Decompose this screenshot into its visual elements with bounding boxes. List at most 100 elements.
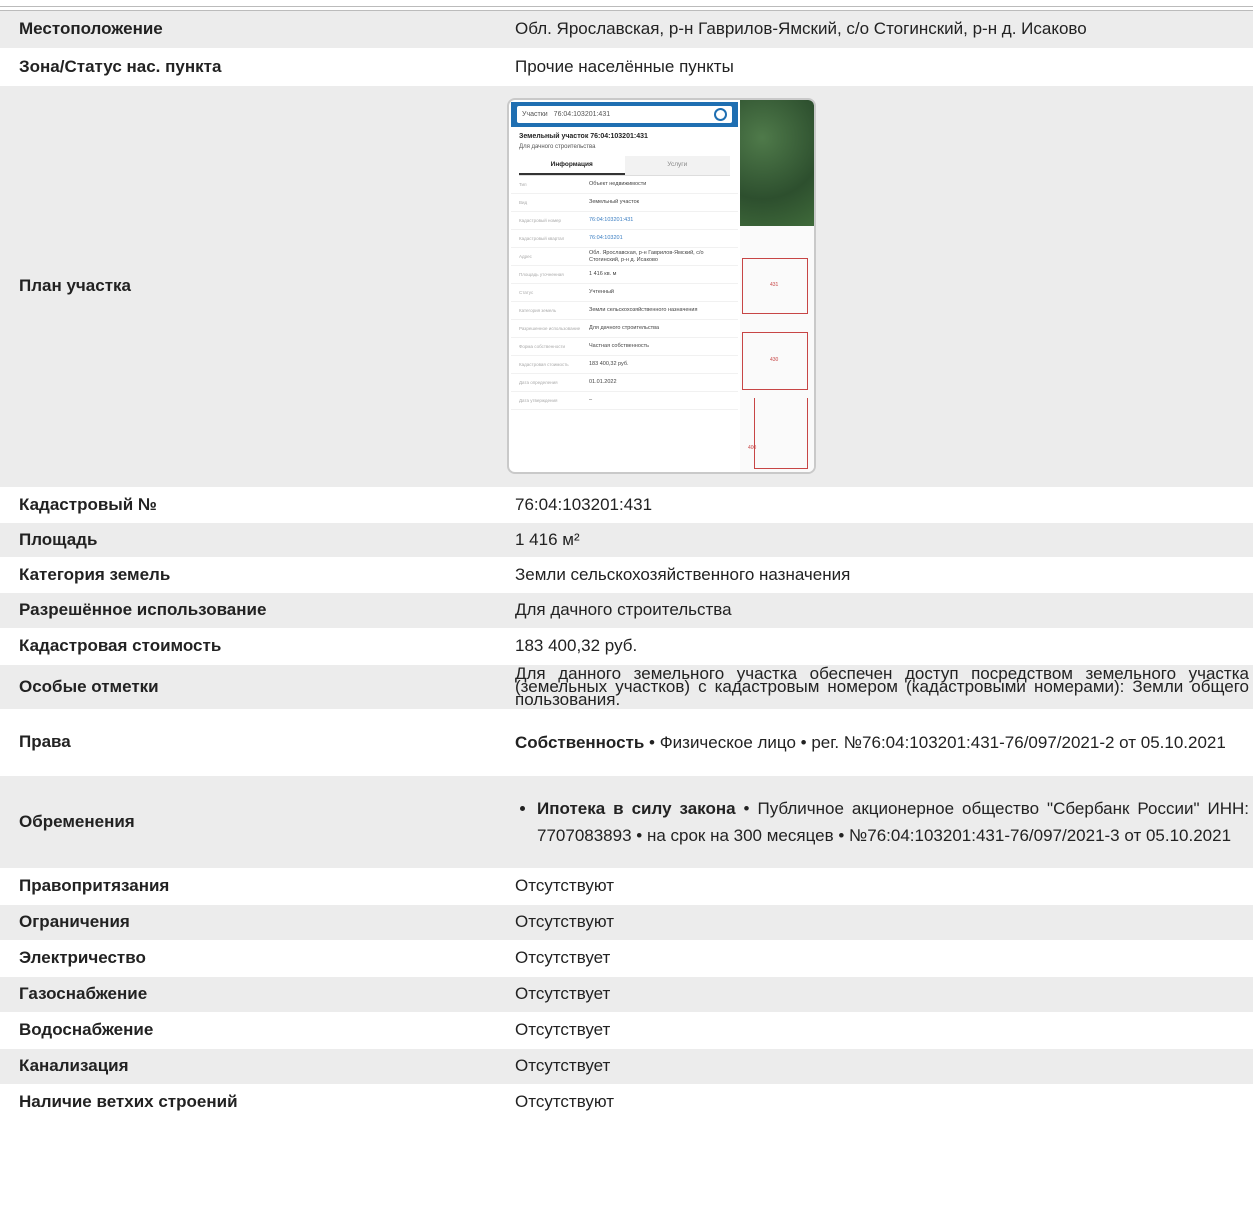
- plan-field-row: Кадастровая стоимость 183 400,32 руб.: [511, 356, 738, 374]
- plan-field-row: Площадь уточненная 1 416 кв. м: [511, 266, 738, 284]
- table-row: Водоснабжение Отсутствует: [0, 1012, 1253, 1049]
- plan-field-label: Кадастровый квартал: [519, 236, 565, 241]
- row-key: Наличие ветхих строений: [0, 1084, 496, 1121]
- table-row: Особые отметки Для данного земельного уч…: [0, 663, 1253, 710]
- plan-field-row: Адрес Обл. Ярославская, р-н Гаврилов-Ямск…: [511, 248, 738, 266]
- table-row: Права Собственность • Физическое лицо • …: [0, 709, 1253, 776]
- table-row: Канализация Отсутствует: [0, 1048, 1253, 1085]
- table-row: Электричество Отсутствует: [0, 940, 1253, 977]
- row-key: Ограничения: [0, 904, 496, 941]
- field-list: Тип Объект недвижимости Вид Земельный участ…: [511, 176, 738, 410]
- table-row: Наличие ветхих строений Отсутствуют: [0, 1084, 1253, 1121]
- plan-field-value: Земельный участок: [589, 199, 640, 205]
- plan-field-row: Разрешенное использование Для дачного стр…: [511, 320, 738, 338]
- plan-field-value: Объект недвижимости: [589, 181, 647, 187]
- row-key: Кадастровый №: [0, 487, 496, 523]
- row-value: Ипотека в силу закона • Публичное акцион…: [496, 774, 1253, 869]
- plan-field-value: Для дачного строительства: [589, 325, 660, 331]
- row-key: Обременения: [0, 774, 496, 869]
- plan-field-label: Статус: [519, 290, 534, 295]
- row-value: Отсутствуют: [496, 868, 1253, 905]
- table-row: Газоснабжение Отсутствует: [0, 976, 1253, 1013]
- panel-title: Земельный участок 76:04:103201:431: [519, 133, 648, 140]
- row-key: Местоположение: [0, 11, 496, 49]
- plan-field-label: Площадь уточненная: [519, 272, 564, 277]
- lot-number: 400: [748, 445, 757, 451]
- search-bar: Участки 76:04:103201:431: [511, 102, 738, 127]
- plan-field-label: Тип: [519, 182, 527, 187]
- search-type: Участки: [522, 111, 548, 118]
- plan-field-label: Категория земель: [519, 308, 557, 313]
- row-value: Для дачного строительства: [496, 592, 1253, 629]
- panel-tabs: Информация Услуги: [519, 156, 730, 176]
- plan-field-value: Обл. Ярославская, р-н Гаврилов-Ямский, с…: [589, 249, 704, 263]
- plan-field-row: Тип Объект недвижимости: [511, 176, 738, 194]
- row-value: Собственность • Физическое лицо • рег. №…: [496, 709, 1253, 776]
- plan-field-label: Адрес: [519, 254, 532, 259]
- right-type: Собственность: [515, 732, 645, 752]
- row-key: Разрешённое использование: [0, 592, 496, 629]
- row-value: 76:04:103201:431: [496, 487, 1253, 523]
- search-icon[interactable]: [714, 108, 727, 121]
- table-row: Кадастровый № 76:04:103201:431: [0, 487, 1253, 523]
- table-row: Ограничения Отсутствуют: [0, 904, 1253, 941]
- row-value: Отсутствуют: [496, 1084, 1253, 1121]
- plan-field-row: Кадастровый квартал 76:04:103201: [511, 230, 738, 248]
- parcel-outline: [754, 398, 808, 469]
- row-key: Зона/Статус нас. пункта: [0, 48, 496, 86]
- plan-field-value: –: [589, 397, 593, 403]
- plan-cell: 431 430 400 Участки 76:04:103201:431 Зем…: [496, 84, 1253, 488]
- plan-field-label: Кадастровая стоимость: [519, 362, 569, 367]
- plan-field-value: 183 400,32 руб.: [589, 361, 629, 367]
- row-value: Отсутствует: [496, 976, 1253, 1013]
- lot-number: 431: [770, 282, 779, 288]
- plan-field-row: Кадастровый номер 76:04:103201:431: [511, 212, 738, 230]
- row-value: Отсутствует: [496, 1012, 1253, 1049]
- row-value: 183 400,32 руб.: [496, 628, 1253, 665]
- row-key: Правопритязания: [0, 868, 496, 905]
- tab-services[interactable]: Услуги: [624, 156, 730, 175]
- list-item: Ипотека в силу закона • Публичное акцион…: [537, 795, 1249, 849]
- row-key: Площадь: [0, 522, 496, 558]
- row-key: Кадастровая стоимость: [0, 628, 496, 665]
- plan-field-value[interactable]: 76:04:103201:431: [589, 217, 730, 224]
- row-key: Особые отметки: [0, 663, 496, 710]
- row-value: Земли сельскохозяйственного назначения: [496, 557, 1253, 593]
- plan-field-row: Статус Учтенный: [511, 284, 738, 302]
- row-value: Обл. Ярославская, р-н Гаврилов-Ямский, с…: [496, 11, 1253, 49]
- plan-field-value[interactable]: 76:04:103201: [589, 235, 730, 242]
- search-value: 76:04:103201:431: [553, 111, 611, 118]
- row-key: Канализация: [0, 1048, 496, 1085]
- search-input[interactable]: Участки 76:04:103201:431: [517, 106, 732, 123]
- row-key: Электричество: [0, 940, 496, 977]
- row-key: Категория земель: [0, 557, 496, 593]
- right-details: • Физическое лицо • рег. №76:04:103201:4…: [644, 732, 1226, 752]
- table-row: Зона/Статус нас. пункта Прочие населённы…: [0, 48, 1253, 86]
- plan-field-value: 01.01.2022: [589, 379, 617, 385]
- row-value: 1 416 м²: [496, 522, 1253, 558]
- table-row: План участка 431 430 400 Участки 76:04:1…: [0, 84, 1253, 488]
- plan-field-value: Частная собственность: [589, 343, 650, 349]
- plan-field-label: Кадастровый номер: [519, 218, 562, 223]
- row-key: Газоснабжение: [0, 976, 496, 1013]
- property-table: Местоположение Обл. Ярославская, р-н Гав…: [0, 11, 1253, 1121]
- row-key: Права: [0, 709, 496, 776]
- row-key: План участка: [0, 84, 496, 488]
- plan-image: 431 430 400 Участки 76:04:103201:431 Зем…: [507, 98, 816, 474]
- plan-field-value: Земли сельскохозяйственного назначения: [589, 307, 698, 313]
- plan-field-row: Дата утверждения –: [511, 392, 738, 410]
- table-row: Категория земель Земли сельскохозяйствен…: [0, 557, 1253, 593]
- plan-field-label: Разрешенное использование: [519, 326, 581, 331]
- row-value: Отсутствует: [496, 940, 1253, 977]
- row-key: Водоснабжение: [0, 1012, 496, 1049]
- plan-field-row: Дата определения 01.01.2022: [511, 374, 738, 392]
- plan-field-label: Форма собственности: [519, 344, 566, 349]
- forest-area: [740, 100, 814, 226]
- table-row: Местоположение Обл. Ярославская, р-н Гав…: [0, 11, 1253, 49]
- info-panel: Участки 76:04:103201:431 Земельный участ…: [511, 102, 738, 470]
- encumbrance-list: Ипотека в силу закона • Публичное акцион…: [515, 795, 1249, 849]
- tab-info[interactable]: Информация: [519, 156, 625, 175]
- plan-field-row: Категория земель Земли сельскохозяйственн…: [511, 302, 738, 320]
- plan-field-label: Дата определения: [519, 380, 558, 385]
- row-value: Отсутствует: [496, 1048, 1253, 1085]
